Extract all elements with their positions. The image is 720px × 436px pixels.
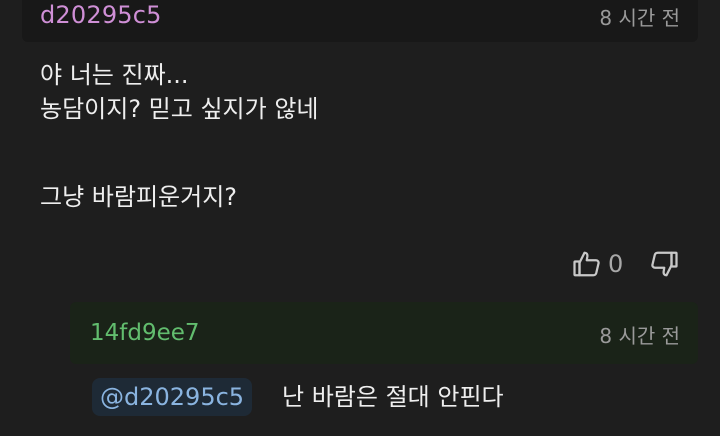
reply-author[interactable]: 14fd9ee7 [90, 320, 200, 346]
dislike-button[interactable] [649, 249, 679, 279]
thumbs-down-icon [651, 251, 678, 277]
comment-timestamp: 8 시간 전 [599, 6, 680, 30]
like-button[interactable] [572, 249, 602, 279]
comment-header: d20295c5 8 시간 전 [22, 0, 698, 42]
comment-actions: 0 [572, 246, 679, 282]
comment-author[interactable]: d20295c5 [40, 1, 162, 29]
reply-timestamp: 8 시간 전 [599, 324, 680, 348]
thumbs-up-icon [573, 251, 600, 277]
mention-tag[interactable]: @d20295c5 [92, 378, 253, 416]
like-count: 0 [608, 250, 624, 278]
comment-line: 농담이지? 믿고 싶지가 않네 [40, 95, 319, 123]
comment-line: 야 너는 진짜... [40, 61, 189, 89]
comment-body: 야 너는 진짜... 농담이지? 믿고 싶지가 않네 그냥 바람피운거지? [40, 58, 680, 214]
reply-text: 난 바람은 절대 안핀다 [282, 383, 504, 411]
comment-line: 그냥 바람피운거지? [40, 183, 238, 211]
reply-header: 14fd9ee7 8 시간 전 [70, 302, 698, 364]
